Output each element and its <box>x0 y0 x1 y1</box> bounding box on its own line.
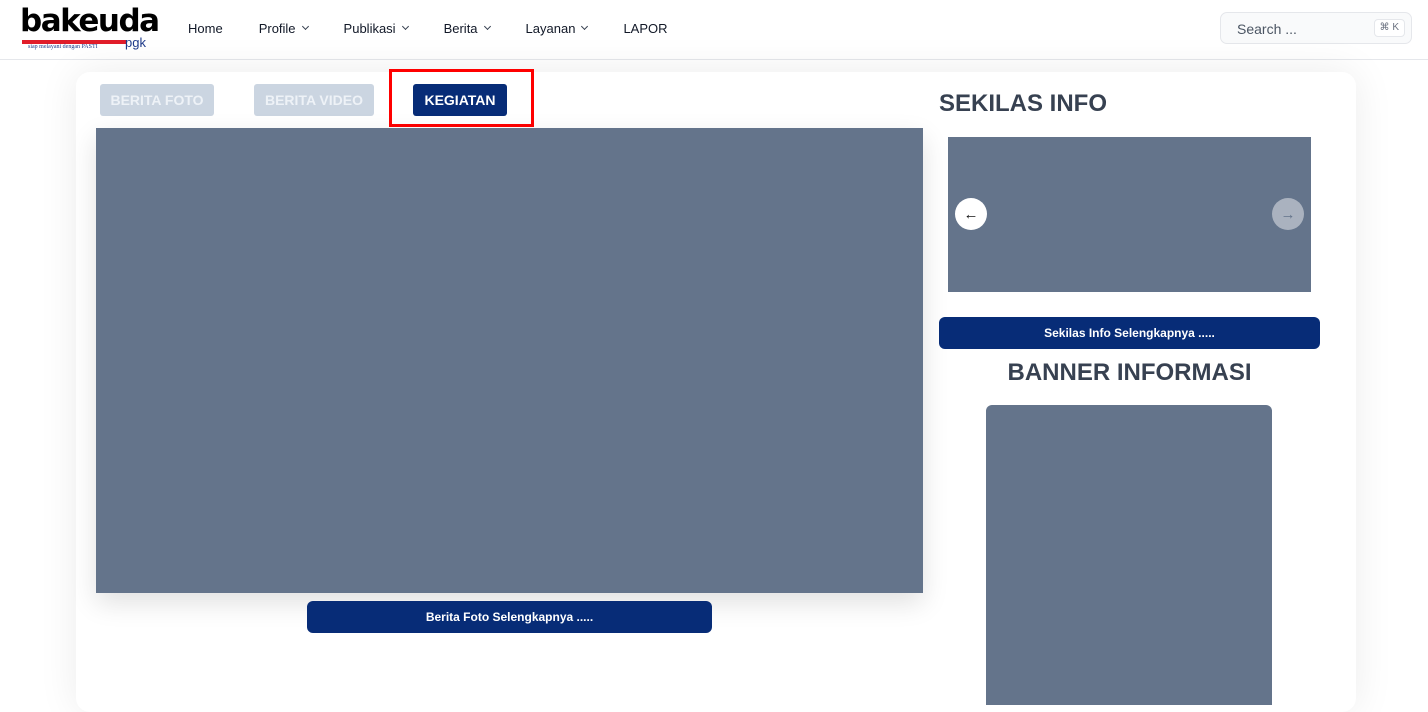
chevron-down-icon <box>401 22 409 31</box>
chevron-down-icon <box>483 22 491 31</box>
nav-home-label: Home <box>188 20 223 36</box>
search-shortcut-badge: ⌘ K <box>1373 19 1405 37</box>
nav-lapor[interactable]: LAPOR <box>623 21 667 36</box>
chevron-down-icon <box>301 22 309 31</box>
main-media-placeholder <box>96 128 923 593</box>
tab-berita-foto[interactable]: BERITA FOTO <box>100 84 214 116</box>
sekilas-info-title: SEKILAS INFO <box>939 90 1108 117</box>
nav-layanan-label: Layanan <box>525 20 576 36</box>
nav-publikasi[interactable]: Publikasi <box>343 20 409 36</box>
main-nav: Home Profile Publikasi Berita Layanan LA… <box>188 0 668 56</box>
nav-profile[interactable]: Profile <box>258 20 309 36</box>
nav-berita-label: Berita <box>443 20 478 36</box>
search-box[interactable]: Search ... ⌘ K <box>1220 12 1412 44</box>
banner-image-placeholder <box>986 405 1272 705</box>
logo-suffix: pgk <box>125 35 146 50</box>
chevron-down-icon <box>581 22 589 31</box>
nav-profile-label: Profile <box>258 20 296 36</box>
berita-foto-more-button[interactable]: Berita Foto Selengkapnya ..... <box>307 601 712 633</box>
arrow-right-icon[interactable]: → <box>1272 198 1304 230</box>
nav-home[interactable]: Home <box>188 21 223 36</box>
logo-tagline: siap melayani dengan PASTI <box>28 44 98 50</box>
nav-lapor-label: LAPOR <box>623 20 668 36</box>
nav-publikasi-label: Publikasi <box>343 20 396 36</box>
bakeuda-logo[interactable]: bakeuda siap melayani dengan PASTI pgk <box>20 4 160 54</box>
banner-informasi-title: BANNER INFORMASI <box>1007 359 1252 386</box>
sekilas-info-more-button[interactable]: Sekilas Info Selengkapnya ..... <box>939 317 1320 349</box>
search-placeholder: Search ... <box>1237 21 1297 37</box>
logo-wordmark: bakeuda <box>20 3 160 39</box>
nav-berita[interactable]: Berita <box>443 20 491 36</box>
highlight-box <box>389 69 534 127</box>
arrow-left-icon[interactable]: ← <box>955 198 987 230</box>
tab-berita-video[interactable]: BERITA VIDEO <box>254 84 374 116</box>
site-header: bakeuda siap melayani dengan PASTI pgk H… <box>0 0 1428 60</box>
sekilas-info-slider <box>948 137 1311 292</box>
nav-layanan[interactable]: Layanan <box>525 20 589 36</box>
